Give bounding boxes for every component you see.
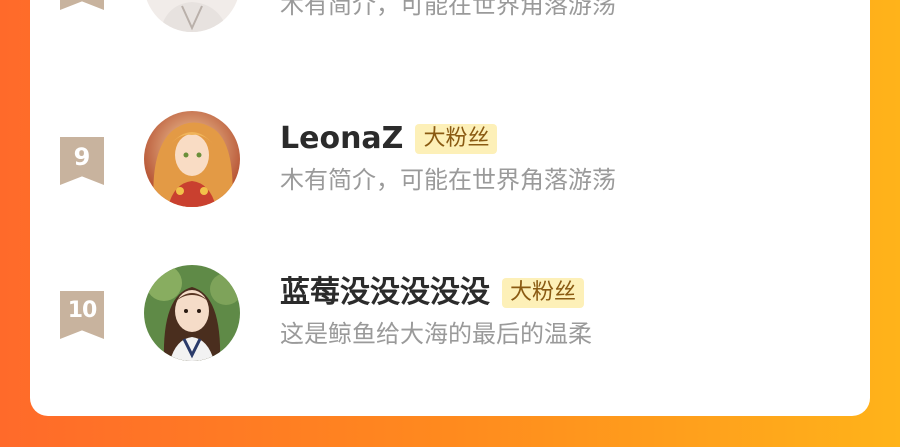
fan-level-badge: 大粉丝 — [415, 124, 498, 154]
user-avatar-icon — [144, 265, 240, 361]
name-line: LeonaZ 大粉丝 — [280, 119, 498, 159]
list-item[interactable]: 10 蓝莓没没没没没 大粉丝 这是鲸鱼给大海的最后的温柔 — [30, 265, 870, 365]
name-line: 蓝莓没没没没没 大粉丝 — [280, 273, 585, 313]
list-item[interactable]: 9 LeonaZ 大粉丝 木有简介，可能在世界角落游荡 — [30, 111, 870, 211]
fan-name: LeonaZ — [280, 121, 404, 156]
user-avatar-icon — [144, 111, 240, 207]
rank-flag: 8 — [60, 0, 104, 10]
rank-flag: 10 — [60, 291, 104, 339]
avatar[interactable] — [144, 111, 240, 207]
avatar[interactable] — [144, 265, 240, 361]
user-avatar-icon — [144, 0, 240, 32]
avatar[interactable] — [144, 0, 240, 32]
fan-level-badge: 大粉丝 — [502, 278, 585, 308]
fan-ranking-card: 8 木有简介，可能在世界角落游荡 9 — [30, 0, 870, 416]
rank-flag: 9 — [60, 137, 104, 185]
fan-name: 蓝莓没没没没没 — [280, 275, 490, 310]
list-item[interactable]: 8 木有简介，可能在世界角落游荡 — [30, 0, 870, 36]
fan-bio: 木有简介，可能在世界角落游荡 — [280, 166, 616, 194]
fan-bio: 木有简介，可能在世界角落游荡 — [280, 0, 616, 19]
fan-bio: 这是鲸鱼给大海的最后的温柔 — [280, 320, 592, 348]
